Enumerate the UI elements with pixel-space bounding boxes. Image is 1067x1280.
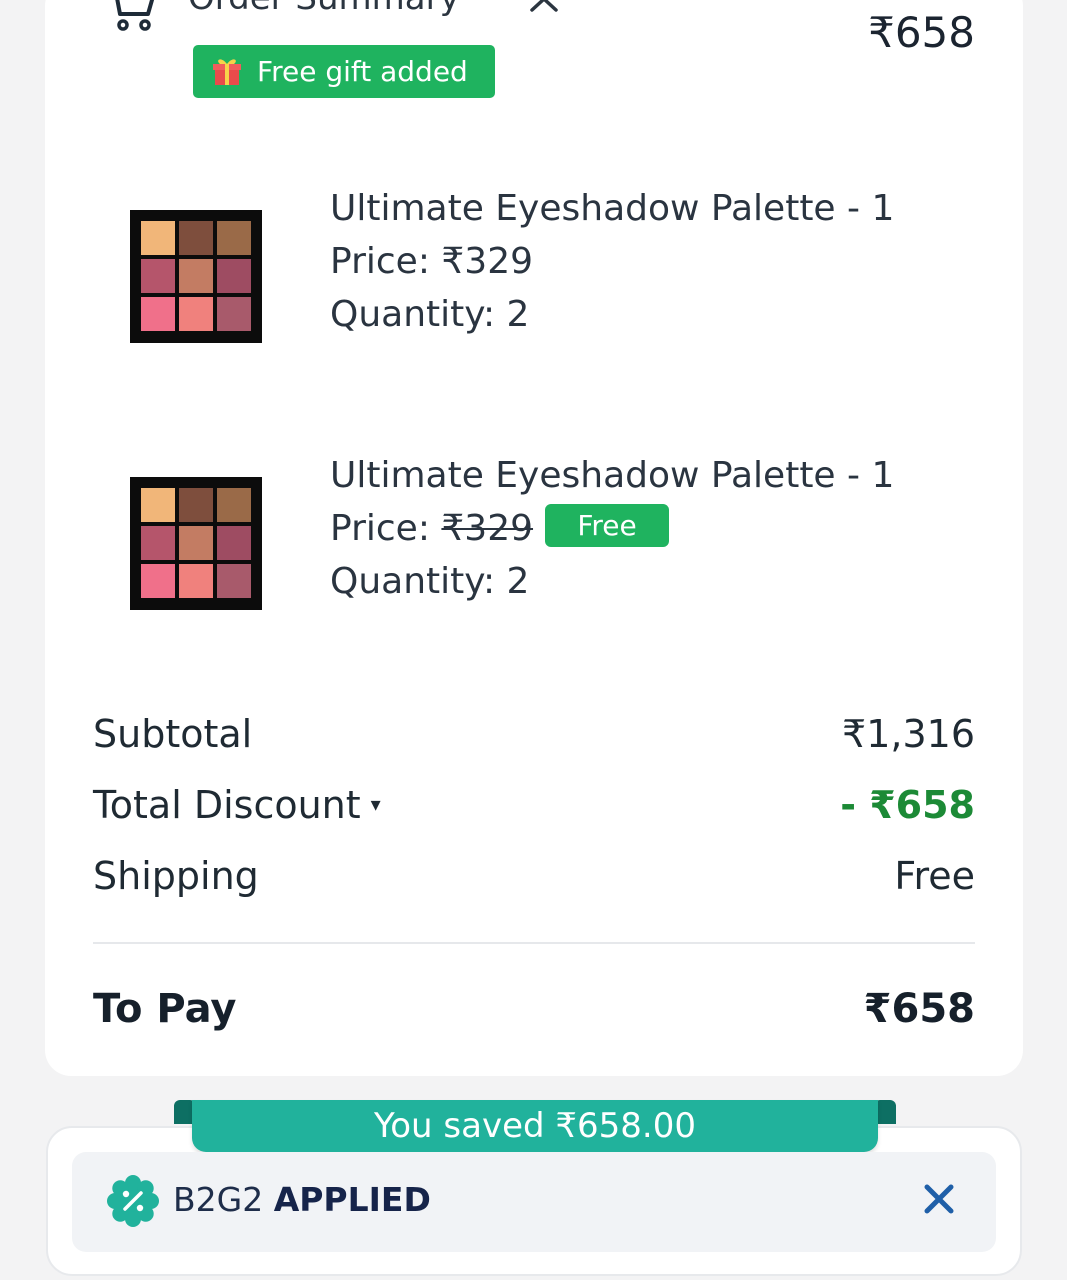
to-pay-value: ₹658: [863, 986, 975, 1032]
item-quantity: Quantity: 2: [330, 561, 530, 602]
free-item-badge: Free: [545, 503, 670, 547]
gift-icon: [213, 58, 241, 85]
item-name: Ultimate Eyeshadow Palette - 1: [330, 188, 895, 229]
summary-divider: [93, 942, 975, 944]
applied-coupon-text: B2G2 APPLIED: [173, 1180, 431, 1219]
discount-label: Total Discount: [93, 783, 361, 827]
caret-down-icon[interactable]: ▾: [371, 792, 381, 816]
item-original-price: ₹329: [441, 508, 534, 549]
discount-badge-icon: [107, 1175, 159, 1227]
to-pay-label: To Pay: [93, 986, 237, 1032]
coupon-status: APPLIED: [273, 1180, 431, 1219]
order-item: Ultimate Eyeshadow Palette - 1 Price: ₹3…: [0, 188, 1067, 370]
shipping-label: Shipping: [93, 854, 259, 898]
item-quantity: Quantity: 2: [330, 294, 530, 335]
cart-icon[interactable]: [108, 0, 156, 32]
free-gift-badge: Free gift added: [193, 45, 495, 98]
item-name: Ultimate Eyeshadow Palette - 1: [330, 455, 895, 496]
product-thumbnail: [130, 210, 262, 343]
product-thumbnail: [130, 477, 262, 610]
subtotal-value: ₹1,316: [842, 712, 975, 756]
free-gift-label: Free gift added: [257, 55, 468, 88]
subtotal-label: Subtotal: [93, 712, 253, 756]
discount-value: - ₹658: [840, 783, 975, 827]
item-price-value: ₹329: [441, 241, 534, 282]
item-price: Price: ₹329 Free: [330, 503, 670, 552]
order-total-header: ₹658: [868, 8, 975, 57]
coupon-code: B2G2: [173, 1180, 264, 1219]
discount-toggle[interactable]: Total Discount ▾: [93, 783, 381, 827]
shipping-value: Free: [894, 854, 975, 898]
close-icon[interactable]: [920, 1180, 958, 1218]
order-summary-title[interactable]: Order Summary: [188, 0, 460, 18]
item-price: Price: ₹329: [330, 241, 534, 282]
order-item: Ultimate Eyeshadow Palette - 1 Price: ₹3…: [0, 455, 1067, 637]
chevron-up-icon[interactable]: [528, 0, 560, 14]
savings-ribbon: You saved ₹658.00: [192, 1100, 878, 1152]
